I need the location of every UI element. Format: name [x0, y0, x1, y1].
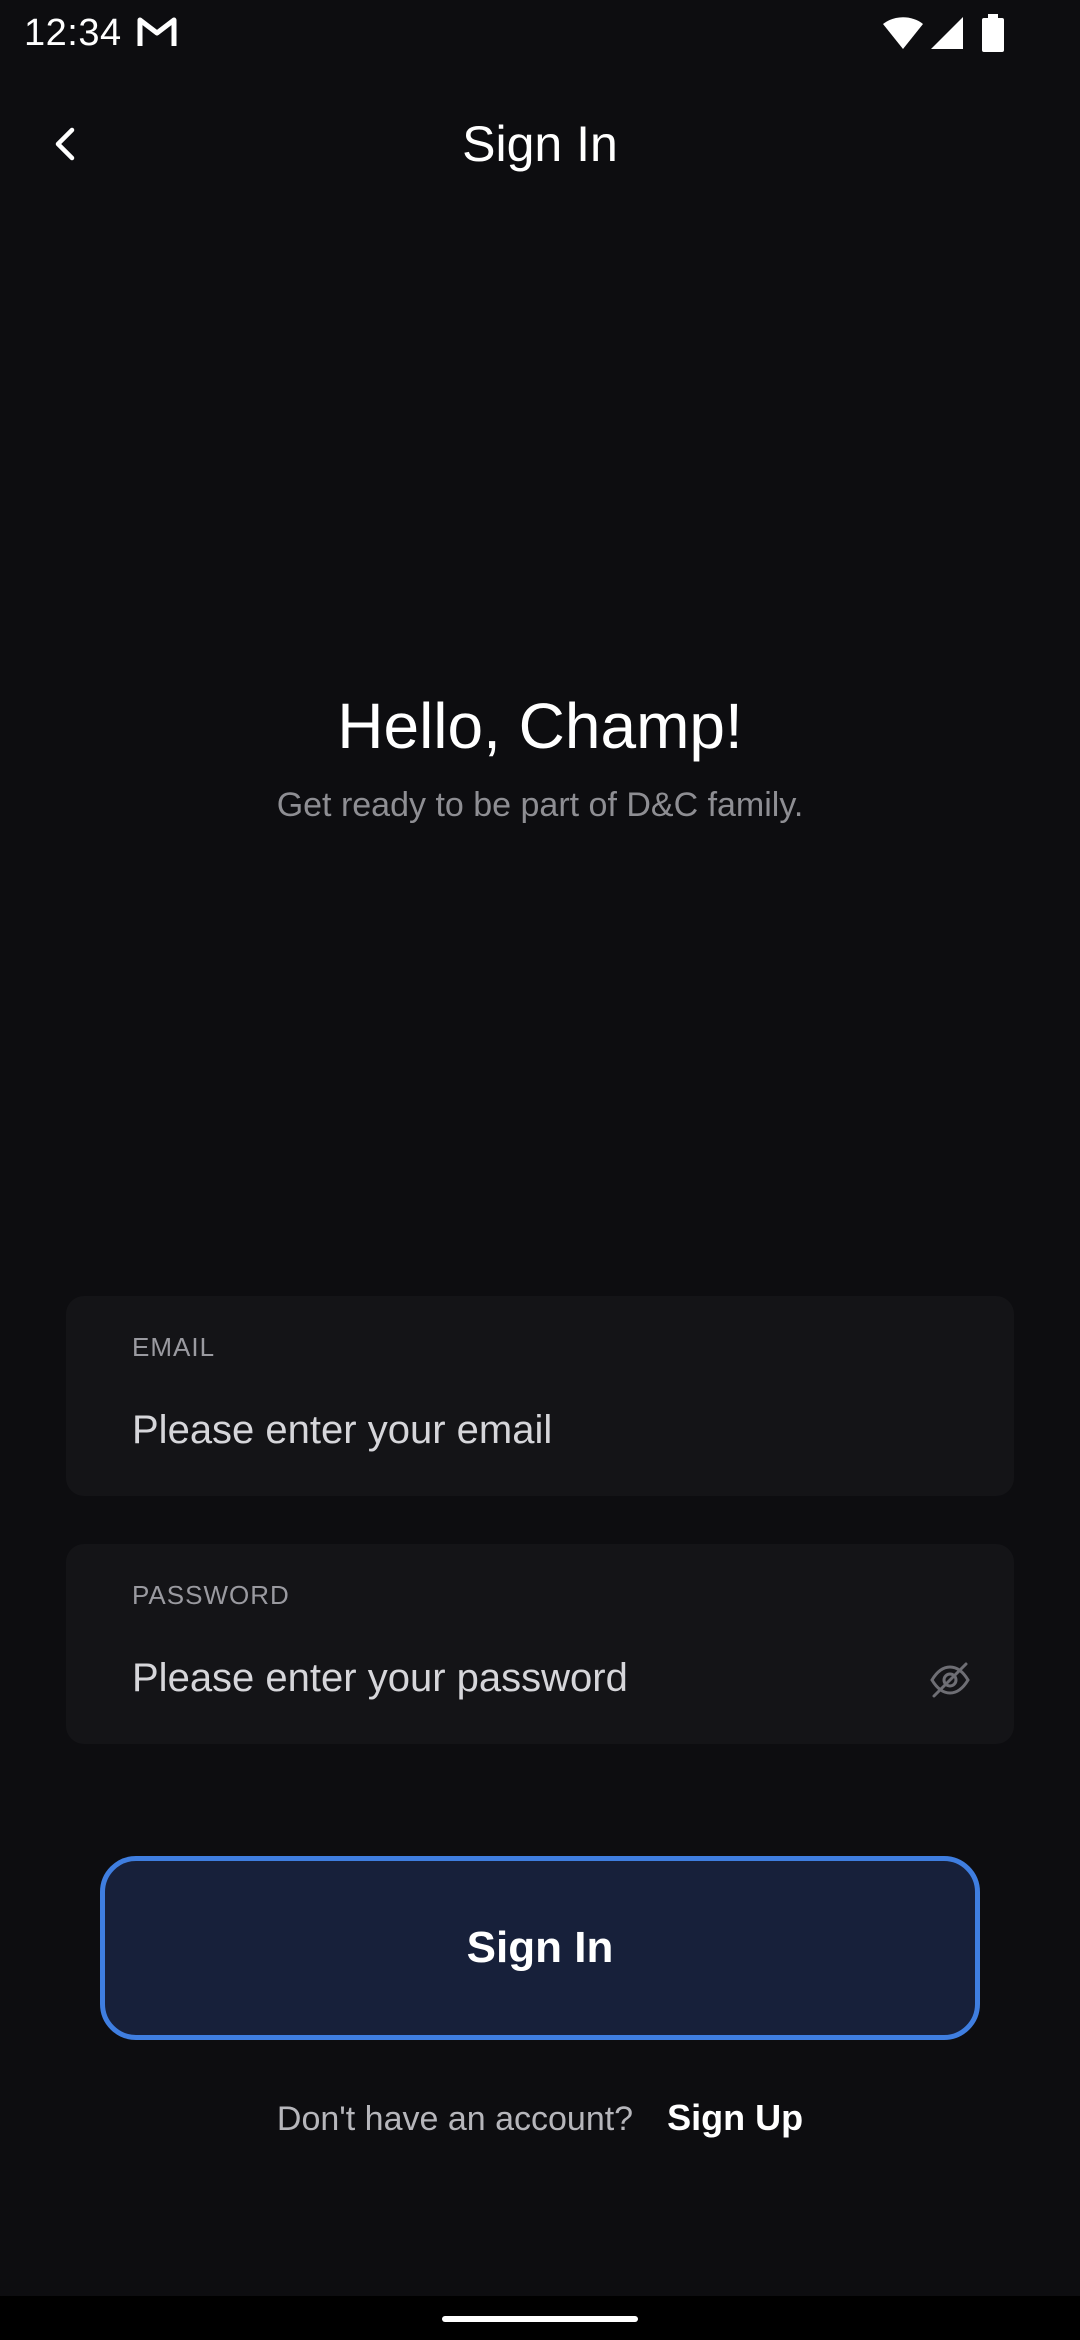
greeting-subtitle: Get ready to be part of D&C family. [276, 786, 804, 824]
signup-row: Don't have an account? Sign Up [0, 2094, 1080, 2143]
app-bar: Sign In [0, 90, 1080, 200]
password-label: PASSWORD [132, 1580, 290, 1610]
password-visibility-toggle[interactable] [922, 1652, 978, 1708]
status-bar: 12:34 [0, 0, 1080, 66]
signal-icon [931, 17, 963, 49]
battery-icon [982, 14, 1004, 52]
eye-off-icon [930, 1662, 970, 1698]
home-indicator[interactable] [442, 2316, 638, 2322]
sign-in-button[interactable]: Sign In [100, 1856, 980, 2040]
email-field-container: EMAIL [66, 1296, 1014, 1496]
signup-prompt: Don't have an account? [276, 2100, 634, 2138]
greeting-title: Hello, Champ! [337, 690, 743, 762]
email-label: EMAIL [132, 1332, 216, 1362]
navigation-bar [0, 2296, 1080, 2340]
password-field-container: PASSWORD [66, 1544, 1014, 1744]
email-field[interactable] [132, 1400, 932, 1460]
gmail-icon [137, 17, 177, 46]
page-title: Sign In [462, 116, 618, 172]
sign-up-link[interactable]: Sign Up [667, 2094, 803, 2142]
status-time: 12:34 [24, 12, 122, 54]
password-field[interactable] [132, 1648, 932, 1708]
wifi-icon [883, 17, 923, 49]
